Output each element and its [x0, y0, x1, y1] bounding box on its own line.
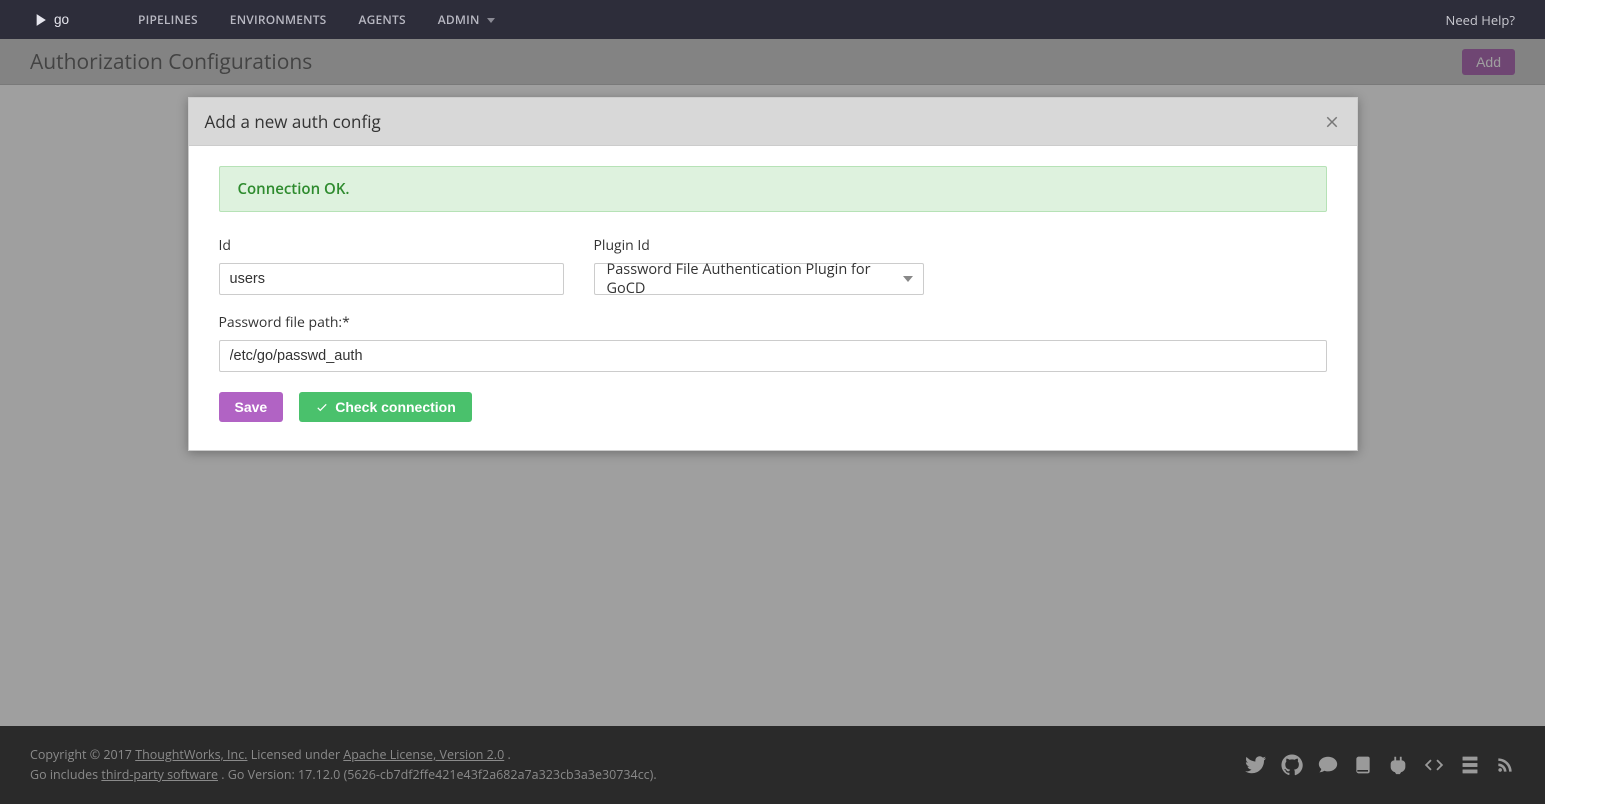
nav-admin[interactable]: ADMIN — [438, 11, 495, 28]
plugin-field-group: Plugin Id Password File Authentication P… — [594, 236, 924, 295]
top-nav: go PIPELINES ENVIRONMENTS AGENTS ADMIN N… — [0, 0, 1545, 39]
chat-icon[interactable] — [1317, 754, 1339, 776]
id-field-group: Id — [219, 236, 564, 295]
nav-agents[interactable]: AGENTS — [358, 11, 405, 28]
check-connection-label: Check connection — [335, 399, 456, 415]
footer-icons — [1245, 754, 1515, 776]
path-label: Password file path:* — [219, 313, 1327, 332]
nav-admin-label: ADMIN — [438, 11, 480, 28]
id-label: Id — [219, 236, 564, 255]
chevron-down-icon — [487, 18, 495, 23]
close-icon[interactable] — [1323, 113, 1341, 131]
nav-pipelines[interactable]: PIPELINES — [138, 11, 198, 28]
check-connection-button[interactable]: Check connection — [299, 392, 472, 422]
plugin-label: Plugin Id — [594, 236, 924, 255]
apache-license-link[interactable]: Apache License, Version 2.0 — [343, 746, 504, 763]
connection-ok-alert: Connection OK. — [219, 166, 1327, 212]
thoughtworks-link[interactable]: ThoughtWorks, Inc. — [135, 746, 247, 763]
plugin-select[interactable]: Password File Authentication Plugin for … — [594, 263, 924, 295]
plugin-icon[interactable] — [1387, 754, 1409, 776]
path-field-group: Password file path:* — [219, 313, 1327, 372]
server-icon[interactable] — [1459, 754, 1481, 776]
rss-icon[interactable] — [1495, 755, 1515, 775]
api-icon[interactable] — [1423, 754, 1445, 776]
check-icon — [315, 400, 329, 414]
footer: Copyright © 2017 ThoughtWorks, Inc. Lice… — [0, 726, 1545, 804]
footer-text: Copyright © 2017 ThoughtWorks, Inc. Lice… — [30, 745, 657, 785]
need-help-link[interactable]: Need Help? — [1446, 11, 1515, 29]
id-input[interactable] — [219, 263, 564, 295]
footer-version: . Go Version: 17.12.0 (5626-cb7df2ffe421… — [221, 766, 656, 783]
path-input[interactable] — [219, 340, 1327, 372]
third-party-link[interactable]: third-party software — [101, 766, 218, 783]
save-button[interactable]: Save — [219, 392, 284, 422]
modal-body: Connection OK. Id Plugin Id Password Fil… — [189, 146, 1357, 450]
twitter-icon[interactable] — [1245, 754, 1267, 776]
plugin-select-value: Password File Authentication Plugin for … — [607, 260, 895, 298]
chevron-down-icon — [903, 276, 913, 282]
footer-copyright: Copyright © 2017 — [30, 746, 135, 763]
footer-licensed: Licensed under — [251, 746, 344, 763]
nav-items: PIPELINES ENVIRONMENTS AGENTS ADMIN — [138, 11, 495, 28]
nav-environments[interactable]: ENVIRONMENTS — [230, 11, 327, 28]
book-icon[interactable] — [1353, 755, 1373, 775]
footer-includes: Go includes — [30, 766, 101, 783]
footer-period1: . — [507, 746, 510, 763]
new-auth-config-modal: Add a new auth config Connection OK. Id … — [188, 97, 1358, 451]
gocd-logo[interactable]: go — [30, 10, 88, 30]
svg-text:go: go — [54, 11, 69, 26]
modal-title: Add a new auth config — [205, 110, 381, 133]
modal-actions: Save Check connection — [219, 392, 1327, 422]
modal-header: Add a new auth config — [189, 98, 1357, 146]
github-icon[interactable] — [1281, 754, 1303, 776]
